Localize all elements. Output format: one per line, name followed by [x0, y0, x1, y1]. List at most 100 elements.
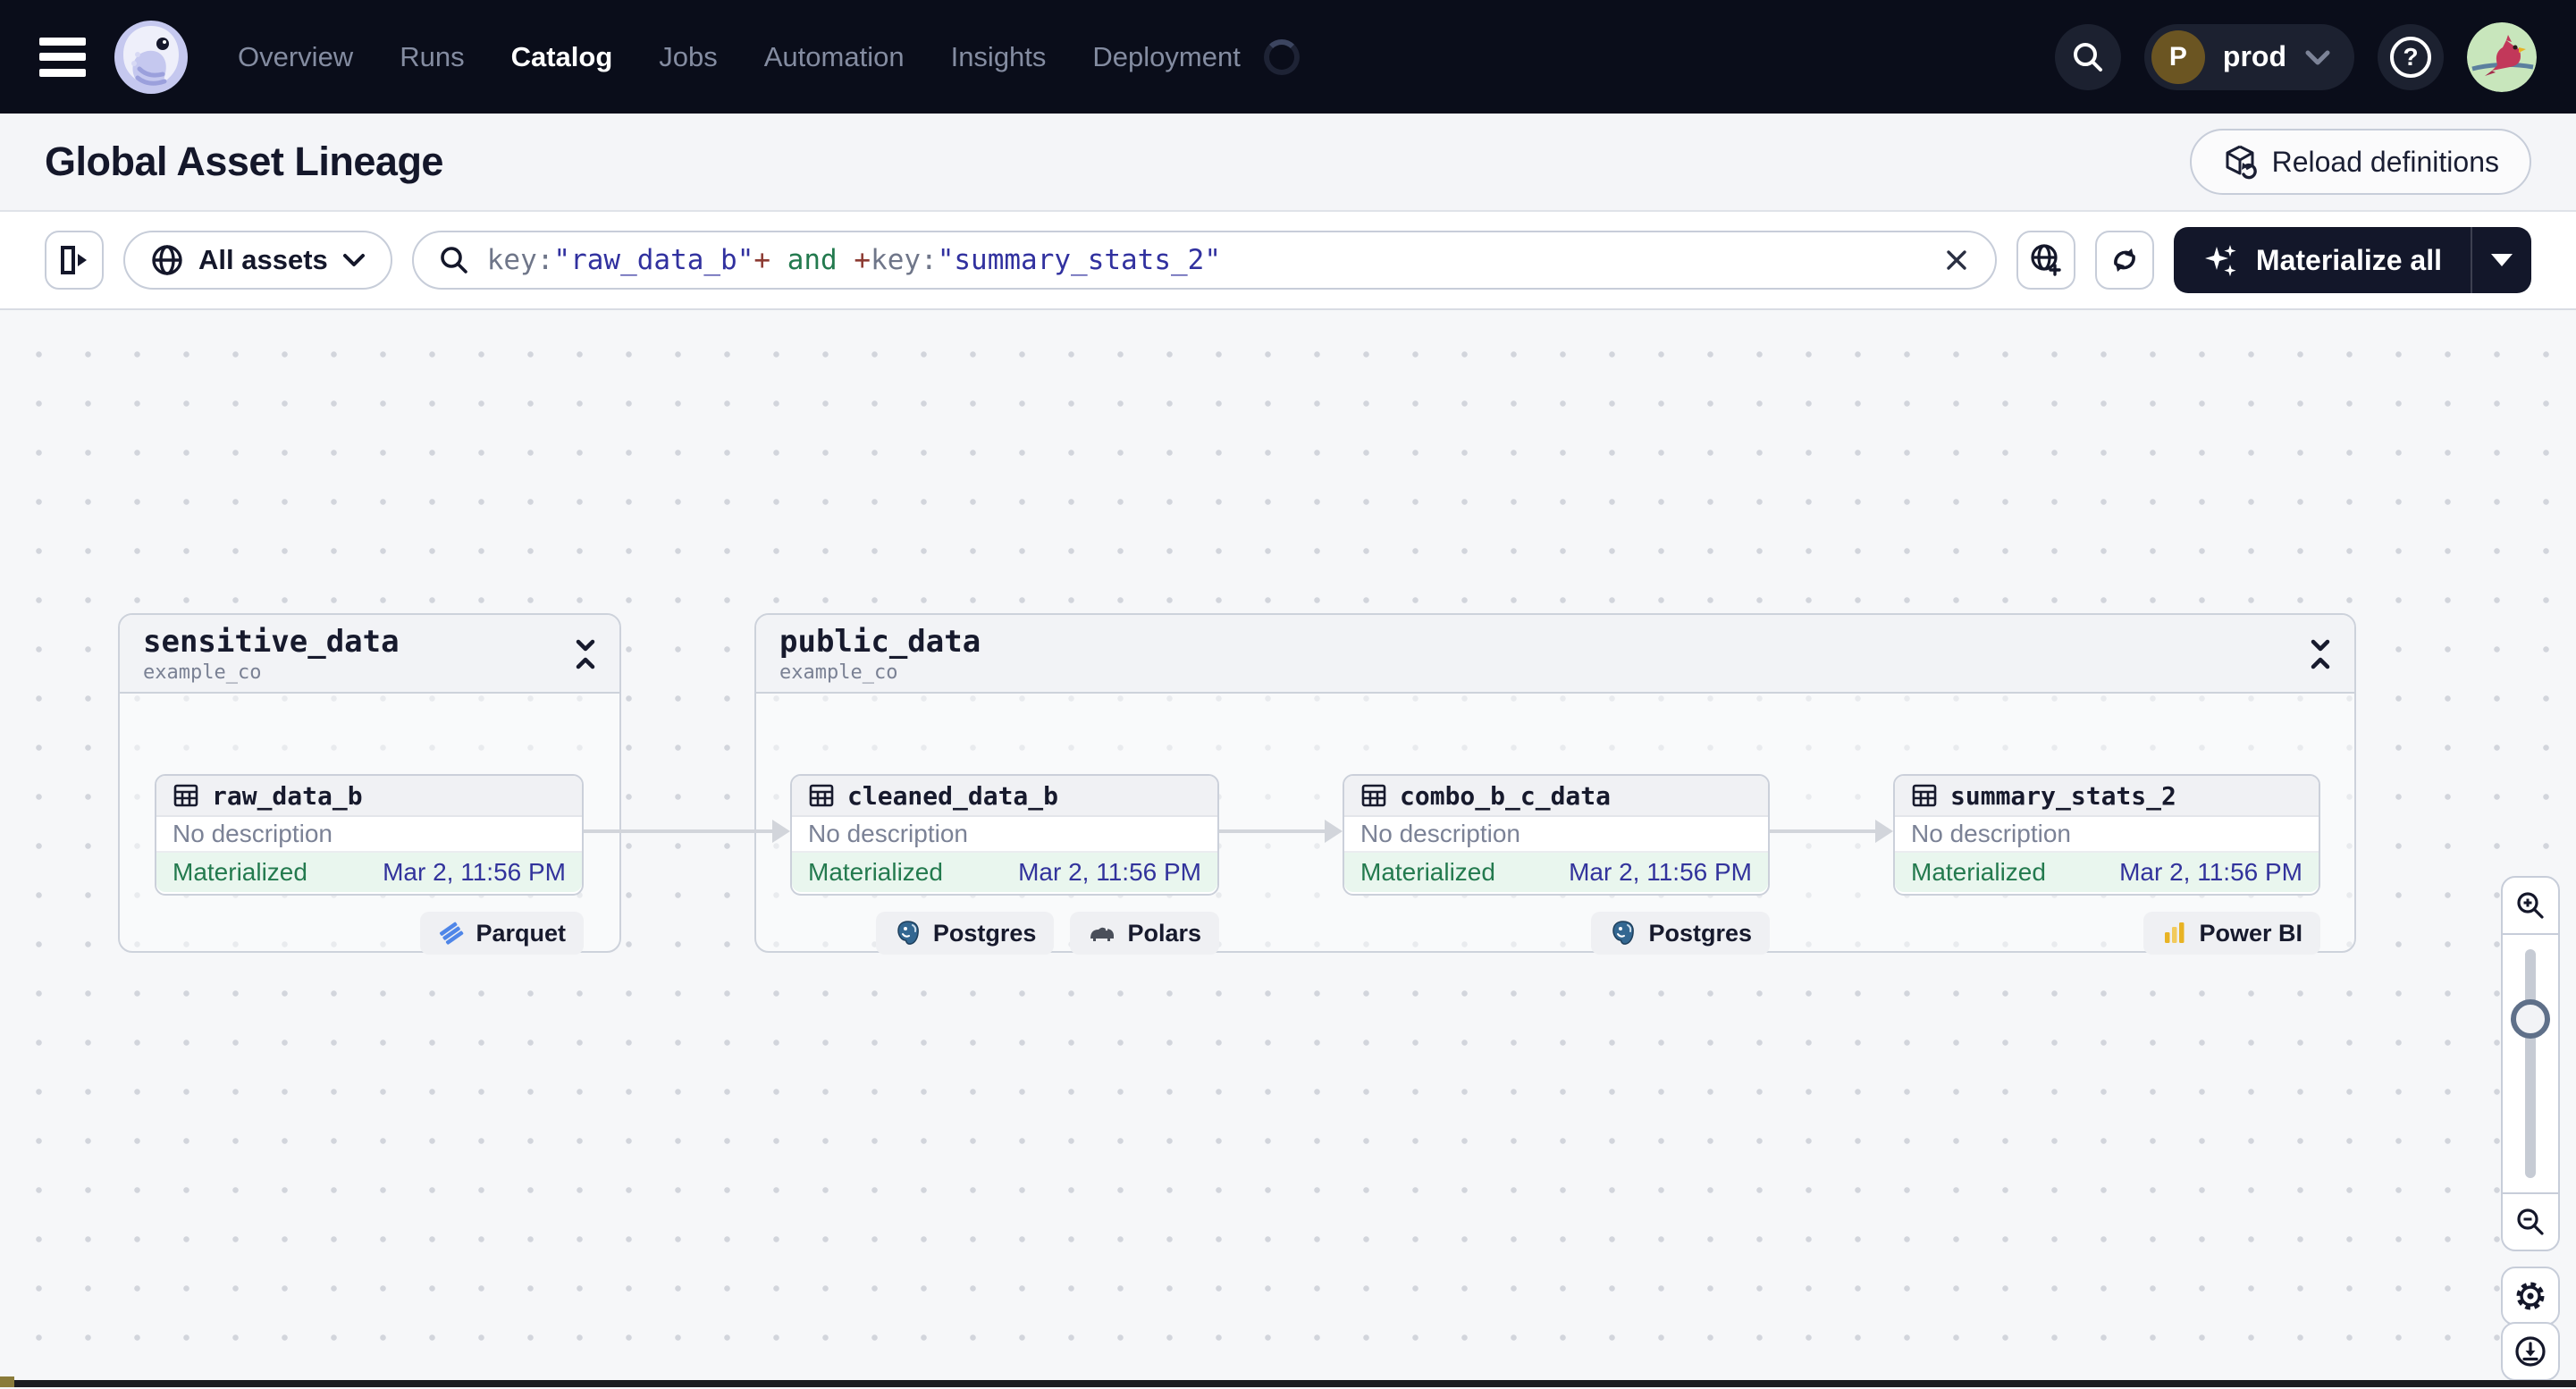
tag-powerbi[interactable]: Power BI	[2143, 912, 2320, 955]
nav-item-runs[interactable]: Runs	[400, 41, 464, 73]
nav-links: Overview Runs Catalog Jobs Automation In…	[238, 41, 1241, 73]
lineage-canvas[interactable]: sensitive_data example_co public_data ex…	[0, 310, 2576, 1380]
globe-add-icon	[2031, 244, 2061, 276]
materialization-timestamp[interactable]: Mar 2, 11:56 PM	[1569, 858, 1752, 887]
materialize-all-split-button: Materialize all	[2173, 227, 2531, 293]
postgres-icon	[1612, 921, 1635, 945]
desktop-corner	[0, 1376, 14, 1387]
tag-postgres[interactable]: Postgres	[1591, 912, 1770, 955]
gear-icon	[2516, 1282, 2545, 1310]
download-graph-button[interactable]	[2501, 1322, 2560, 1380]
reload-definitions-button[interactable]: Reload definitions	[2189, 129, 2531, 195]
asset-description: No description	[792, 817, 1217, 853]
materialize-all-label: Materialize all	[2255, 243, 2442, 276]
materialization-timestamp[interactable]: Mar 2, 11:56 PM	[383, 858, 566, 887]
dagster-logo[interactable]	[113, 19, 189, 96]
asset-node-header: summary_stats_2	[1895, 776, 2319, 817]
zoom-out-button[interactable]	[2503, 1192, 2558, 1250]
asset-status-row[interactable]: Materialized Mar 2, 11:56 PM	[156, 853, 582, 892]
group-header[interactable]: public_data example_co	[756, 615, 2354, 694]
materialization-timestamp[interactable]: Mar 2, 11:56 PM	[1018, 858, 1201, 887]
collapse-group-icon[interactable]	[2306, 638, 2335, 670]
deployment-switcher[interactable]: P prod	[2143, 23, 2354, 90]
tag-row: Postgres	[1343, 912, 1770, 955]
env-avatar: P	[2151, 29, 2205, 84]
download-icon	[2515, 1336, 2546, 1367]
nav-item-insights[interactable]: Insights	[951, 41, 1047, 73]
open-panel-button[interactable]	[45, 231, 104, 290]
top-nav: Overview Runs Catalog Jobs Automation In…	[0, 0, 2576, 114]
refresh-button[interactable]	[2094, 231, 2154, 290]
tag-row: Power BI	[1893, 912, 2320, 955]
asset-node-header: cleaned_data_b	[792, 776, 1217, 817]
asset-node-cleaned-data-b[interactable]: cleaned_data_b No description Materializ…	[790, 774, 1219, 896]
asset-node-summary-stats-2[interactable]: summary_stats_2 No description Materiali…	[1893, 774, 2320, 896]
group-header[interactable]: sensitive_data example_co	[120, 615, 619, 694]
asset-status-row[interactable]: Materialized Mar 2, 11:56 PM	[1344, 853, 1768, 892]
window-bottom-edge	[0, 1376, 2576, 1387]
asset-node-header: raw_data_b	[156, 776, 582, 817]
tag-label: Parquet	[476, 919, 566, 947]
clear-search-button[interactable]	[1943, 247, 1970, 274]
nav-right-cluster: P prod ?	[2054, 21, 2537, 92]
status-badge: Materialized	[808, 858, 943, 886]
tag-row: Postgres Polars	[790, 912, 1219, 955]
cardinal-avatar-image	[2467, 21, 2537, 92]
edge-arrowhead	[772, 820, 790, 843]
tag-label: Power BI	[2199, 919, 2302, 947]
tag-polars[interactable]: Polars	[1070, 912, 1219, 955]
graph-settings-button[interactable]	[2501, 1267, 2560, 1326]
zoom-slider[interactable]	[2503, 935, 2558, 1192]
asset-search-input[interactable]: key:"raw_data_b"+ and +key:"summary_stat…	[411, 231, 1997, 290]
asset-name: summary_stats_2	[1950, 780, 2176, 811]
powerbi-icon	[2165, 922, 2185, 943]
table-icon	[809, 784, 834, 807]
query-text: key:"raw_data_b"+ and +key:"summary_stat…	[486, 244, 1221, 276]
asset-node-combo-b-c-data[interactable]: combo_b_c_data No description Materializ…	[1343, 774, 1770, 896]
help-button[interactable]: ?	[2378, 23, 2444, 90]
zoom-slider-thumb[interactable]	[2511, 999, 2550, 1039]
group-repo: example_co	[143, 661, 262, 684]
asset-status-row[interactable]: Materialized Mar 2, 11:56 PM	[792, 853, 1217, 892]
asset-name: combo_b_c_data	[1400, 780, 1612, 811]
view-scope-button[interactable]	[2016, 231, 2075, 290]
materialize-all-button[interactable]: Materialize all	[2174, 227, 2471, 293]
zoom-slider-track[interactable]	[2525, 949, 2536, 1178]
refresh-icon	[2114, 248, 2135, 272]
panel-toggle-icon	[61, 246, 87, 274]
materialization-timestamp[interactable]: Mar 2, 11:56 PM	[2119, 858, 2302, 887]
materialize-options-button[interactable]	[2472, 227, 2531, 293]
nav-item-catalog[interactable]: Catalog	[511, 41, 613, 73]
page-header: Global Asset Lineage Reload definitions	[0, 114, 2576, 212]
asset-description: No description	[1895, 817, 2319, 853]
nav-item-jobs[interactable]: Jobs	[659, 41, 717, 73]
status-badge: Materialized	[1911, 858, 2046, 886]
nav-item-deployment[interactable]: Deployment	[1092, 41, 1240, 73]
tag-postgres[interactable]: Postgres	[875, 912, 1055, 955]
collapse-group-icon[interactable]	[571, 638, 600, 670]
menu-icon[interactable]	[39, 37, 86, 77]
group-repo: example_co	[779, 661, 898, 684]
nav-item-automation[interactable]: Automation	[764, 41, 905, 73]
search-button[interactable]	[2054, 23, 2121, 90]
tag-label: Polars	[1127, 919, 1201, 947]
help-icon: ?	[2390, 36, 2431, 78]
status-badge: Materialized	[173, 858, 307, 886]
asset-scope-dropdown[interactable]: All assets	[123, 231, 392, 290]
nav-item-overview[interactable]: Overview	[238, 41, 353, 73]
zoom-out-icon	[2517, 1208, 2544, 1235]
reload-definitions-label: Reload definitions	[2271, 145, 2499, 178]
asset-description: No description	[156, 817, 582, 853]
postgres-icon	[897, 921, 919, 945]
lineage-toolbar: All assets key:"raw_data_b"+ and +key:"s…	[0, 212, 2576, 310]
tag-parquet[interactable]: Parquet	[420, 912, 584, 955]
zoom-in-button[interactable]	[2503, 878, 2558, 935]
table-icon	[173, 784, 198, 807]
status-badge: Materialized	[1360, 858, 1495, 886]
asset-status-row[interactable]: Materialized Mar 2, 11:56 PM	[1895, 853, 2319, 892]
edge-arrowhead	[1875, 820, 1893, 843]
group-title: public_data	[779, 624, 981, 660]
user-avatar[interactable]	[2467, 21, 2537, 92]
asset-node-raw-data-b[interactable]: raw_data_b No description Materialized M…	[155, 774, 584, 896]
zoom-in-icon	[2517, 892, 2544, 919]
